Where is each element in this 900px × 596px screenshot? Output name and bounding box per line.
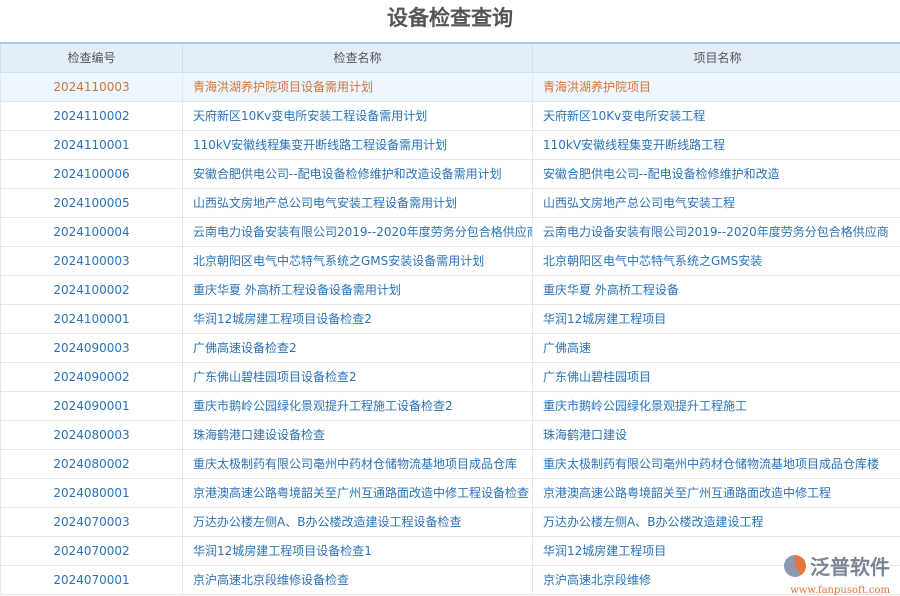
table-row[interactable]: 2024110003青海洪湖养护院项目设备需用计划青海洪湖养护院项目 bbox=[1, 72, 900, 101]
page-title: 设备检查查询 bbox=[0, 0, 900, 42]
table-row[interactable]: 2024100002重庆华夏 外高桥工程设备设备需用计划重庆华夏 外高桥工程设备 bbox=[1, 275, 900, 304]
row-project-name[interactable]: 重庆华夏 外高桥工程设备 bbox=[533, 275, 900, 304]
row-code[interactable]: 2024110003 bbox=[1, 72, 183, 101]
table-row[interactable]: 2024080001京港澳高速公路粤境韶关至广州互通路面改造中修工程设备检查京港… bbox=[1, 478, 900, 507]
logo-url: www.fanpusoft.com bbox=[790, 585, 890, 596]
column-header-name[interactable]: 检查名称 bbox=[183, 43, 533, 72]
row-code[interactable]: 2024070002 bbox=[1, 536, 183, 565]
table-row[interactable]: 2024080003珠海鹤港口建设设备检查珠海鹤港口建设 bbox=[1, 420, 900, 449]
table-row[interactable]: 2024090003广佛高速设备检查2广佛高速 bbox=[1, 333, 900, 362]
table-row[interactable]: 2024110002天府新区10Kv变电所安装工程设备需用计划天府新区10Kv变… bbox=[1, 101, 900, 130]
row-inspection-name[interactable]: 110kV安徽线程集变开断线路工程设备需用计划 bbox=[183, 130, 533, 159]
row-inspection-name[interactable]: 天府新区10Kv变电所安装工程设备需用计划 bbox=[183, 101, 533, 130]
row-project-name[interactable]: 安徽合肥供电公司--配电设备检修维护和改造 bbox=[533, 159, 900, 188]
row-project-name[interactable]: 重庆市鹅岭公园绿化景观提升工程施工 bbox=[533, 391, 900, 420]
row-project-name[interactable]: 广东佛山碧桂园项目 bbox=[533, 362, 900, 391]
row-inspection-name[interactable]: 华润12城房建工程项目设备检查1 bbox=[183, 536, 533, 565]
row-project-name[interactable]: 110kV安徽线程集变开断线路工程 bbox=[533, 130, 900, 159]
row-inspection-name[interactable]: 重庆太极制药有限公司亳州中药材仓储物流基地项目成品仓库 bbox=[183, 449, 533, 478]
brand-logo: 泛普软件 bbox=[784, 551, 890, 580]
table-row[interactable]: 2024070001京沪高速北京段维修设备检查京沪高速北京段维修 bbox=[1, 565, 900, 594]
row-project-name[interactable]: 天府新区10Kv变电所安装工程 bbox=[533, 101, 900, 130]
row-project-name[interactable]: 万达办公楼左侧A、B办公楼改造建设工程 bbox=[533, 507, 900, 536]
row-inspection-name[interactable]: 重庆市鹅岭公园绿化景观提升工程施工设备检查2 bbox=[183, 391, 533, 420]
row-code[interactable]: 2024100003 bbox=[1, 246, 183, 275]
row-project-name[interactable]: 珠海鹤港口建设 bbox=[533, 420, 900, 449]
table-row[interactable]: 2024070003万达办公楼左侧A、B办公楼改造建设工程设备检查万达办公楼左侧… bbox=[1, 507, 900, 536]
table-row[interactable]: 2024100001华润12城房建工程项目设备检查2华润12城房建工程项目 bbox=[1, 304, 900, 333]
row-code[interactable]: 2024080003 bbox=[1, 420, 183, 449]
row-code[interactable]: 2024090003 bbox=[1, 333, 183, 362]
table-row[interactable]: 2024070002华润12城房建工程项目设备检查1华润12城房建工程项目 bbox=[1, 536, 900, 565]
row-code[interactable]: 2024070003 bbox=[1, 507, 183, 536]
table-row[interactable]: 2024090002广东佛山碧桂园项目设备检查2广东佛山碧桂园项目 bbox=[1, 362, 900, 391]
row-project-name[interactable]: 重庆太极制药有限公司亳州中药材仓储物流基地项目成品仓库楼 bbox=[533, 449, 900, 478]
table-row[interactable]: 2024080002重庆太极制药有限公司亳州中药材仓储物流基地项目成品仓库重庆太… bbox=[1, 449, 900, 478]
row-code[interactable]: 2024100001 bbox=[1, 304, 183, 333]
row-code[interactable]: 2024080002 bbox=[1, 449, 183, 478]
row-project-name[interactable]: 山西弘文房地产总公司电气安装工程 bbox=[533, 188, 900, 217]
column-header-project[interactable]: 项目名称 bbox=[533, 43, 900, 72]
row-inspection-name[interactable]: 京港澳高速公路粤境韶关至广州互通路面改造中修工程设备检查 bbox=[183, 478, 533, 507]
row-inspection-name[interactable]: 青海洪湖养护院项目设备需用计划 bbox=[183, 72, 533, 101]
row-inspection-name[interactable]: 安徽合肥供电公司--配电设备检修维护和改造设备需用计划 bbox=[183, 159, 533, 188]
row-inspection-name[interactable]: 华润12城房建工程项目设备检查2 bbox=[183, 304, 533, 333]
row-project-name[interactable]: 北京朝阳区电气中芯特气系统之GMS安装 bbox=[533, 246, 900, 275]
row-code[interactable]: 2024100004 bbox=[1, 217, 183, 246]
logo-mark-icon bbox=[784, 555, 806, 577]
row-inspection-name[interactable]: 广佛高速设备检查2 bbox=[183, 333, 533, 362]
row-project-name[interactable]: 云南电力设备安装有限公司2019--2020年度劳务分包合格供应商 bbox=[533, 217, 900, 246]
row-code[interactable]: 2024110001 bbox=[1, 130, 183, 159]
row-code[interactable]: 2024100006 bbox=[1, 159, 183, 188]
table-row[interactable]: 2024100005山西弘文房地产总公司电气安装工程设备需用计划山西弘文房地产总… bbox=[1, 188, 900, 217]
row-project-name[interactable]: 京港澳高速公路粤境韶关至广州互通路面改造中修工程 bbox=[533, 478, 900, 507]
table-row[interactable]: 2024100003北京朝阳区电气中芯特气系统之GMS安装设备需用计划北京朝阳区… bbox=[1, 246, 900, 275]
table-row[interactable]: 2024100004云南电力设备安装有限公司2019--2020年度劳务分包合格… bbox=[1, 217, 900, 246]
column-header-code[interactable]: 检查编号 bbox=[1, 43, 183, 72]
row-code[interactable]: 2024100002 bbox=[1, 275, 183, 304]
row-inspection-name[interactable]: 京沪高速北京段维修设备检查 bbox=[183, 565, 533, 594]
logo-name: 泛普软件 bbox=[810, 551, 890, 580]
row-inspection-name[interactable]: 广东佛山碧桂园项目设备检查2 bbox=[183, 362, 533, 391]
row-code[interactable]: 2024090002 bbox=[1, 362, 183, 391]
inspection-table: 检查编号 检查名称 项目名称 2024110003青海洪湖养护院项目设备需用计划… bbox=[0, 42, 900, 595]
row-code[interactable]: 2024110002 bbox=[1, 101, 183, 130]
table-row[interactable]: 2024100006安徽合肥供电公司--配电设备检修维护和改造设备需用计划安徽合… bbox=[1, 159, 900, 188]
row-project-name[interactable]: 广佛高速 bbox=[533, 333, 900, 362]
row-inspection-name[interactable]: 山西弘文房地产总公司电气安装工程设备需用计划 bbox=[183, 188, 533, 217]
row-inspection-name[interactable]: 云南电力设备安装有限公司2019--2020年度劳务分包合格供应商 bbox=[183, 217, 533, 246]
row-inspection-name[interactable]: 万达办公楼左侧A、B办公楼改造建设工程设备检查 bbox=[183, 507, 533, 536]
row-code[interactable]: 2024080001 bbox=[1, 478, 183, 507]
row-inspection-name[interactable]: 北京朝阳区电气中芯特气系统之GMS安装设备需用计划 bbox=[183, 246, 533, 275]
table-header: 检查编号 检查名称 项目名称 bbox=[1, 43, 900, 72]
table-row[interactable]: 2024090001重庆市鹅岭公园绿化景观提升工程施工设备检查2重庆市鹅岭公园绿… bbox=[1, 391, 900, 420]
row-code[interactable]: 2024070001 bbox=[1, 565, 183, 594]
row-project-name[interactable]: 青海洪湖养护院项目 bbox=[533, 72, 900, 101]
row-inspection-name[interactable]: 珠海鹤港口建设设备检查 bbox=[183, 420, 533, 449]
row-code[interactable]: 2024090001 bbox=[1, 391, 183, 420]
row-inspection-name[interactable]: 重庆华夏 外高桥工程设备设备需用计划 bbox=[183, 275, 533, 304]
table-row[interactable]: 2024110001110kV安徽线程集变开断线路工程设备需用计划110kV安徽… bbox=[1, 130, 900, 159]
row-code[interactable]: 2024100005 bbox=[1, 188, 183, 217]
row-project-name[interactable]: 华润12城房建工程项目 bbox=[533, 304, 900, 333]
